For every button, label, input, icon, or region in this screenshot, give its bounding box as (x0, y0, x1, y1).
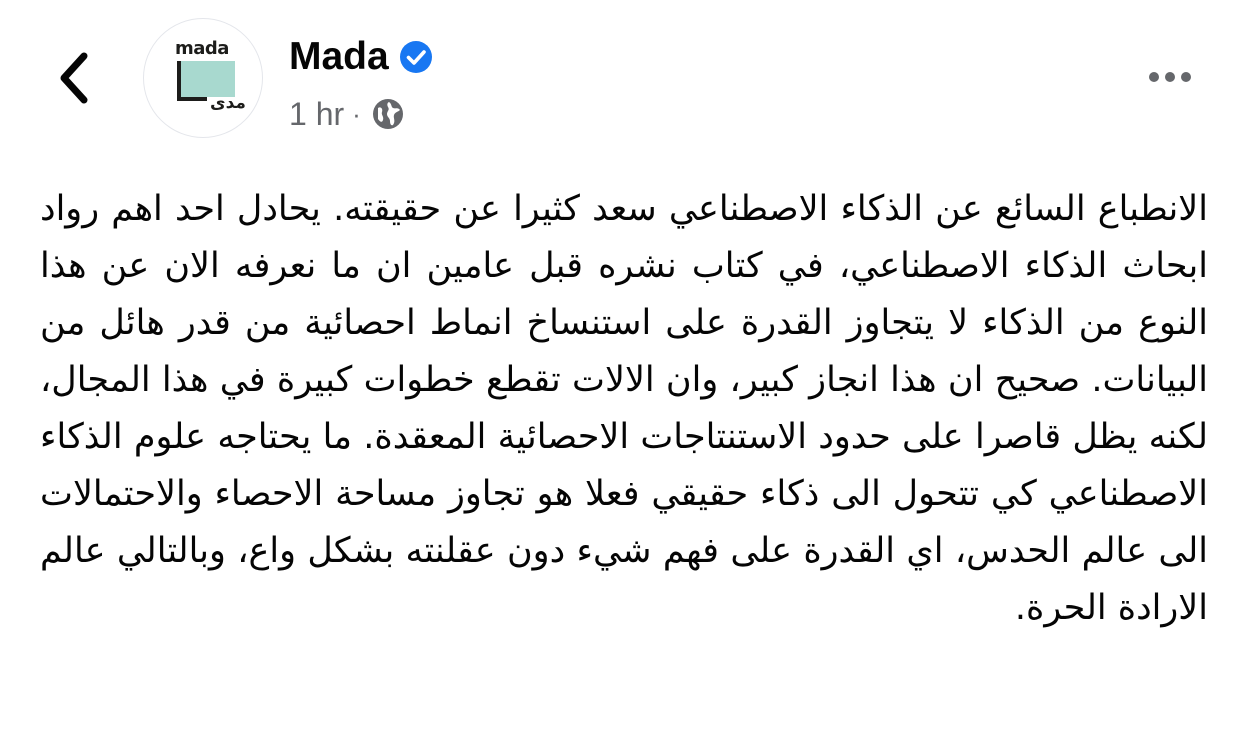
post-text: الانطباع السائع عن الذكاء الاصطناعي سعد … (40, 189, 1208, 628)
verified-badge-icon (399, 41, 432, 73)
avatar-logo-baseline (177, 97, 207, 101)
globe-icon (372, 99, 403, 129)
avatar-logo-box (177, 61, 235, 97)
back-button[interactable] (44, 46, 104, 110)
page-avatar[interactable]: mada مدى (143, 18, 263, 138)
post-meta: 1 hr · (289, 94, 405, 134)
avatar-logo-arabic: مدى (210, 93, 246, 113)
avatar-logo-stroke (177, 61, 181, 101)
chevron-left-icon (60, 52, 88, 104)
page-name[interactable]: Mada (289, 34, 389, 80)
post-timestamp[interactable]: 1 hr (289, 94, 344, 134)
more-options-icon-dot (1181, 72, 1191, 82)
more-options-icon (1149, 72, 1159, 82)
more-options-icon-dot (1165, 72, 1175, 82)
meta-separator: · (352, 99, 361, 129)
avatar-logo-text: mada (175, 38, 229, 59)
page-name-row: Mada (289, 34, 433, 80)
more-options-button[interactable] (1140, 62, 1200, 92)
